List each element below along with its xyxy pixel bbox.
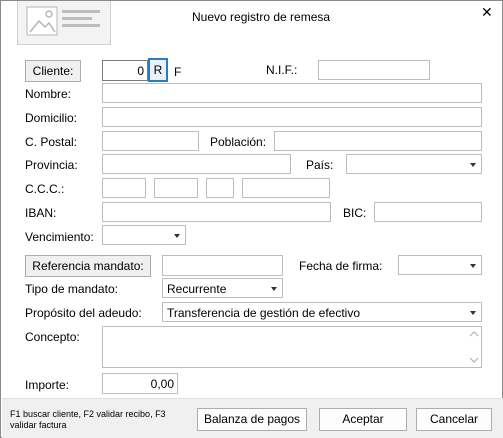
tipo-mandato-label: Tipo de mandato: xyxy=(25,282,118,296)
chevron-down-icon xyxy=(174,234,180,238)
poblacion-label: Población: xyxy=(210,135,267,149)
tipo-mandato-select[interactable]: Recurrente xyxy=(162,278,283,298)
cancelar-button[interactable]: Cancelar xyxy=(416,408,492,431)
balanza-pagos-button[interactable]: Balanza de pagos xyxy=(197,408,307,431)
cliente-button[interactable]: Cliente: xyxy=(25,60,81,82)
chevron-down-icon xyxy=(271,287,277,291)
chevron-down-icon xyxy=(470,311,476,315)
domicilio-input[interactable] xyxy=(102,107,482,127)
proposito-value: Transferencia de gestión de efectivo xyxy=(167,306,361,320)
ccc-dc-input[interactable] xyxy=(206,178,234,198)
ccc-entidad-input[interactable] xyxy=(102,178,146,198)
importe-value: 0,00 xyxy=(150,377,174,391)
concepto-scrollbar[interactable] xyxy=(467,327,481,367)
footer-bar: F1 buscar cliente, F2 validar recibo, F3… xyxy=(2,398,503,438)
vencimiento-select[interactable] xyxy=(102,225,186,245)
chevron-down-icon xyxy=(470,163,476,167)
r-button[interactable]: R xyxy=(148,58,168,82)
concepto-textarea[interactable] xyxy=(102,326,482,368)
form-icon xyxy=(17,1,111,45)
fecha-firma-label: Fecha de firma: xyxy=(299,259,383,273)
bic-label: BIC: xyxy=(343,206,367,220)
dialog-window: Nuevo registro de remesa ✕ Cliente: 0 R … xyxy=(0,0,503,438)
tipo-mandato-value: Recurrente xyxy=(167,282,227,296)
proposito-label: Propósito del adeudo: xyxy=(25,306,142,320)
cliente-code-value: 0 xyxy=(137,64,144,78)
cliente-code-input[interactable]: 0 xyxy=(102,60,148,81)
referencia-mandato-button[interactable]: Referencia mandato: xyxy=(25,255,151,277)
bic-input[interactable] xyxy=(374,202,482,222)
aceptar-button[interactable]: Aceptar xyxy=(319,408,407,431)
concepto-label: Concepto: xyxy=(25,330,80,344)
footer-help-text: F1 buscar cliente, F2 validar recibo, F3… xyxy=(10,409,166,430)
fecha-firma-select[interactable] xyxy=(398,255,482,275)
cpostal-label: C. Postal: xyxy=(25,135,78,149)
provincia-input[interactable] xyxy=(102,154,291,174)
iban-input[interactable] xyxy=(102,202,331,222)
cpostal-input[interactable] xyxy=(102,131,199,151)
pais-label: País: xyxy=(306,158,334,172)
domicilio-label: Domicilio: xyxy=(25,111,78,125)
ccc-oficina-input[interactable] xyxy=(154,178,198,198)
nif-label: N.I.F.: xyxy=(266,63,298,77)
poblacion-input[interactable] xyxy=(274,131,482,151)
ccc-cuenta-input[interactable] xyxy=(242,178,330,198)
chevron-down-icon xyxy=(470,264,476,268)
pais-select[interactable] xyxy=(346,154,482,174)
nif-input[interactable] xyxy=(318,60,430,80)
proposito-select[interactable]: Transferencia de gestión de efectivo xyxy=(162,302,482,322)
referencia-mandato-input[interactable] xyxy=(162,255,283,276)
importe-input[interactable]: 0,00 xyxy=(102,373,178,394)
vencimiento-label: Vencimiento: xyxy=(25,230,94,244)
f-button[interactable]: F xyxy=(174,65,181,79)
window-title: Nuevo registro de remesa xyxy=(192,10,331,24)
close-icon[interactable]: ✕ xyxy=(481,5,493,19)
iban-label: IBAN: xyxy=(25,206,57,220)
nombre-input[interactable] xyxy=(102,83,482,103)
nombre-label: Nombre: xyxy=(25,87,72,101)
provincia-label: Provincia: xyxy=(25,158,78,172)
ccc-label: C.C.C.: xyxy=(25,182,65,196)
importe-label: Importe: xyxy=(25,378,70,392)
